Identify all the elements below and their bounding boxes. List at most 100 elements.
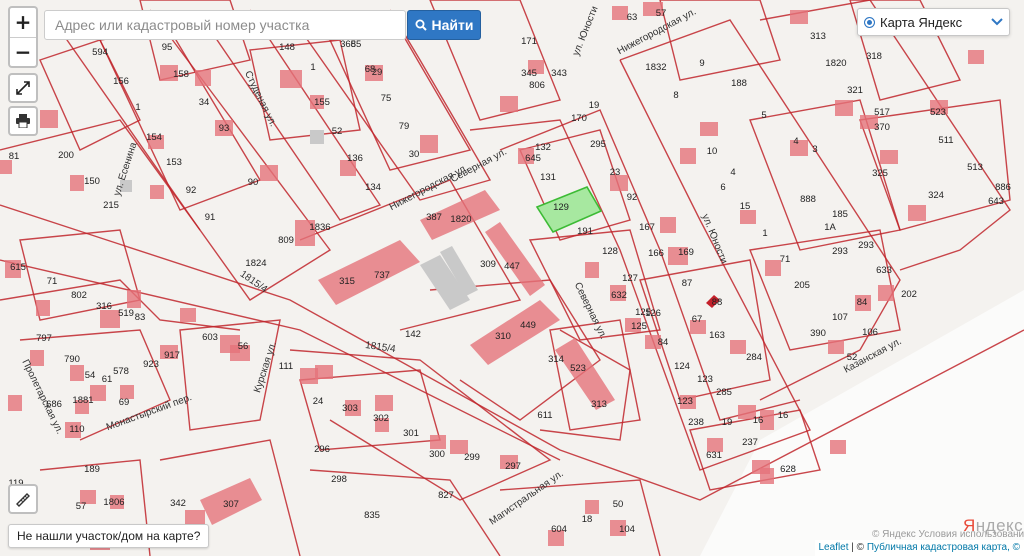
parcel-number[interactable]: 633 [876,265,892,276]
not-found-button[interactable]: Не нашли участок/дом на карте? [8,524,210,548]
parcel-number[interactable]: 63 [627,12,638,23]
parcel-number[interactable]: 1 [762,228,767,239]
parcel-number[interactable]: 296 [314,444,330,455]
zoom-in-button[interactable]: + [10,8,36,38]
parcel-number[interactable]: 886 [995,182,1011,193]
parcel-number[interactable]: 301 [403,428,419,439]
parcel-number[interactable]: 148 [279,42,295,53]
parcel-number[interactable]: 447 [504,261,520,272]
parcel-number[interactable]: 50 [613,499,624,510]
parcel-number[interactable]: 202 [901,289,917,300]
parcel-number[interactable]: 309 [480,259,496,270]
parcel-number[interactable]: 171 [521,36,537,47]
parcel-number[interactable]: 107 [832,312,848,323]
parcel-number[interactable]: 4 [793,136,798,147]
parcel-number[interactable]: 321 [847,85,863,96]
parcel-number[interactable]: 188 [731,78,747,89]
parcel-number[interactable]: 827 [438,490,454,501]
parcel-number[interactable]: 4 [730,167,735,178]
parcel-number[interactable]: 185 [832,209,848,220]
parcel-number[interactable]: 84 [658,337,669,348]
parcel-number[interactable]: 1A [824,222,836,233]
parcel-number[interactable]: 84 [857,297,868,308]
parcel-number[interactable]: 615 [10,262,26,273]
parcel-number[interactable]: 284 [746,352,762,363]
search-input[interactable] [44,10,406,40]
zoom-out-button[interactable]: − [10,38,36,67]
parcel-number[interactable]: 34 [199,97,210,108]
parcel-number[interactable]: 5 [761,110,766,121]
parcel-number[interactable]: 123 [697,374,713,385]
parcel-number[interactable]: 136 [347,153,363,164]
parcel-number[interactable]: 325 [872,168,888,179]
parcel-number[interactable]: 1 [310,62,315,73]
parcel-number[interactable]: 88 [712,297,723,308]
parcel-number[interactable]: 310 [495,331,511,342]
parcel-number[interactable]: 1836 [309,222,330,233]
parcel-number[interactable]: 298 [331,474,347,485]
parcel-number[interactable]: 578 [113,366,129,377]
parcel-number[interactable]: 83 [135,312,146,323]
parcel-number[interactable]: 314 [548,354,564,365]
parcel-number[interactable]: 167 [639,222,655,233]
parcel-number[interactable]: 517 [874,107,890,118]
parcel-number[interactable]: 126 [645,308,661,319]
parcel-number[interactable]: 79 [399,121,410,132]
parcel-number[interactable]: 293 [832,246,848,257]
parcel-number[interactable]: 30 [409,149,420,160]
parcel-number[interactable]: 134 [365,182,381,193]
parcel-number[interactable]: 295 [590,139,606,150]
parcel-number[interactable]: 1881 [72,395,93,406]
parcel-number[interactable]: 69 [119,397,130,408]
parcel-number[interactable]: 390 [810,328,826,339]
parcel-number[interactable]: 370 [874,122,890,133]
parcel-number[interactable]: 1832 [645,62,666,73]
parcel-number[interactable]: 313 [591,399,607,410]
parcel-number[interactable]: 9 [699,58,704,69]
cadastre-link[interactable]: Публичная кадастровая карта, © [867,542,1020,553]
parcel-number[interactable]: 523 [930,107,946,118]
parcel-number[interactable]: 307 [223,499,239,510]
parcel-number[interactable]: 170 [571,113,587,124]
parcel-number[interactable]: 56 [238,341,249,352]
parcel-number[interactable]: 106 [862,327,878,338]
parcel-number[interactable]: 18 [582,514,593,525]
parcel-number[interactable]: 303 [342,403,358,414]
parcel-number[interactable]: 302 [373,413,389,424]
parcel-number[interactable]: 52 [332,126,343,137]
parcel-number[interactable]: 127 [622,273,638,284]
parcel-number[interactable]: 313 [810,31,826,42]
parcel-number[interactable]: 95 [162,42,173,53]
parcel-number[interactable]: 806 [529,80,545,91]
parcel-number[interactable]: 169 [678,247,694,258]
parcel-number[interactable]: 61 [102,374,113,385]
cadastral-map[interactable]: 12963 57171345 343806183289170191326452951… [0,0,1024,556]
parcel-number[interactable]: 3 [812,144,817,155]
parcel-number[interactable]: 6 [720,182,725,193]
parcel-number[interactable]: 16 [753,415,764,426]
parcel-number[interactable]: 923 [143,359,159,370]
parcel-number[interactable]: 67 [692,314,703,325]
parcel-number[interactable]: 365 [340,39,356,50]
parcel-number[interactable]: 315 [339,276,355,287]
parcel-number[interactable]: 802 [71,290,87,301]
parcel-number[interactable]: 1806 [103,497,124,508]
parcel-number[interactable]: 632 [611,290,627,301]
parcel-number[interactable]: 917 [164,350,180,361]
fullscreen-button[interactable] [8,73,38,103]
parcel-number[interactable]: 158 [173,69,189,80]
parcel-number[interactable]: 110 [69,424,84,435]
parcel-number[interactable]: 91 [205,212,216,223]
parcel-number[interactable]: 643 [988,196,1004,207]
parcel-number[interactable]: 124 [674,361,690,372]
parcel-number[interactable]: 511 [938,135,953,146]
parcel-number[interactable]: 191 [577,226,593,237]
parcel-number[interactable]: 342 [170,498,186,509]
parcel-number[interactable]: 1824 [245,258,266,269]
parcel-number[interactable]: 300 [429,449,445,460]
parcel-number[interactable]: 10 [707,146,718,157]
parcel-number[interactable]: 16 [778,410,789,421]
parcel-number[interactable]: 797 [36,333,52,344]
parcel-number[interactable]: 111 [279,361,293,372]
parcel-number[interactable]: 93 [219,123,230,134]
